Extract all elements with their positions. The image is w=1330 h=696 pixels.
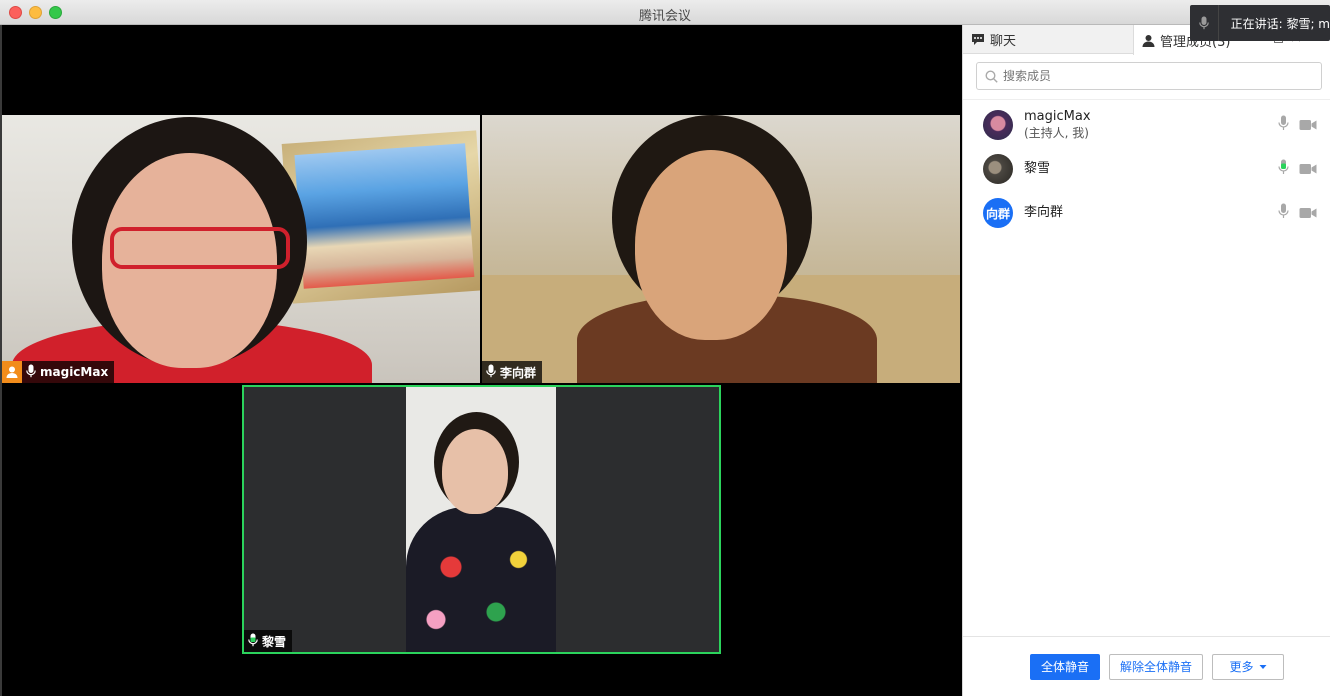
portrait-video-frame bbox=[406, 387, 556, 652]
member-row[interactable]: 向群 李向群 bbox=[963, 191, 1330, 235]
speaking-text: 正在讲话: 黎雪; m bbox=[1230, 16, 1330, 31]
camera-icon[interactable] bbox=[1299, 160, 1317, 179]
mic-speaking-icon[interactable] bbox=[1278, 159, 1289, 179]
host-icon bbox=[2, 361, 22, 383]
video-name-label: magicMax bbox=[40, 365, 109, 379]
wall-painting bbox=[281, 130, 480, 304]
video-name-tag: 黎雪 bbox=[244, 630, 293, 652]
mic-icon bbox=[26, 364, 36, 381]
member-controls bbox=[1278, 103, 1317, 147]
meeting-window: 腾讯会议 magicMax 李向群 黎雪 聊天 管理成员(3) 搜索成员 mag… bbox=[0, 0, 1330, 696]
video-name-tag: magicMax bbox=[2, 361, 115, 383]
avatar: 向群 bbox=[983, 198, 1013, 228]
mic-icon bbox=[486, 364, 496, 381]
mic-icon bbox=[1190, 5, 1219, 41]
more-button-label: 更多 bbox=[1229, 660, 1254, 674]
member-search-input[interactable] bbox=[1003, 69, 1303, 83]
member-row[interactable]: 黎雪 bbox=[963, 147, 1330, 191]
tab-chat-label: 聊天 bbox=[990, 34, 1017, 49]
camera-icon[interactable] bbox=[1299, 116, 1317, 135]
video-tile-magicmax[interactable]: magicMax bbox=[2, 115, 480, 383]
mute-all-button[interactable]: 全体静音 bbox=[1029, 653, 1100, 680]
camera-icon[interactable] bbox=[1299, 204, 1317, 223]
window-title: 腾讯会议 bbox=[638, 9, 691, 24]
member-controls bbox=[1278, 147, 1317, 191]
title-bar: 腾讯会议 bbox=[0, 0, 1330, 25]
video-name-tag: 李向群 bbox=[482, 361, 543, 383]
member-info: magicMax (主持人, 我) bbox=[1024, 109, 1091, 141]
unmute-all-button[interactable]: 解除全体静音 bbox=[1109, 653, 1204, 680]
tab-chat[interactable]: 聊天 bbox=[971, 25, 1016, 54]
video-grid: magicMax 李向群 黎雪 bbox=[0, 25, 962, 696]
mic-icon[interactable] bbox=[1278, 115, 1289, 135]
member-info: 李向群 bbox=[1024, 205, 1063, 221]
member-name: 黎雪 bbox=[1024, 161, 1051, 176]
more-button[interactable]: 更多 bbox=[1212, 653, 1285, 680]
video-name-label: 李向群 bbox=[500, 365, 537, 380]
side-panel: 聊天 管理成员(3) 搜索成员 magicMax (主持人, 我) 黎雪 向群 … bbox=[962, 25, 1330, 696]
member-name: 李向群 bbox=[1024, 205, 1064, 220]
avatar bbox=[983, 110, 1013, 140]
member-role: (主持人, 我) bbox=[1024, 126, 1089, 140]
chevron-down-icon bbox=[1259, 664, 1267, 669]
video-tile-lixue[interactable]: 黎雪 bbox=[242, 385, 721, 654]
participant-face bbox=[635, 150, 787, 340]
participant-glasses bbox=[110, 227, 290, 269]
participant-face bbox=[442, 429, 508, 514]
speaking-indicator: 正在讲话: 黎雪; m bbox=[1190, 5, 1330, 41]
member-row[interactable]: magicMax (主持人, 我) bbox=[963, 103, 1330, 147]
member-info: 黎雪 bbox=[1024, 161, 1050, 177]
member-name: magicMax bbox=[1024, 109, 1091, 124]
mic-icon[interactable] bbox=[1278, 203, 1289, 223]
search-icon bbox=[985, 69, 998, 83]
member-list: magicMax (主持人, 我) 黎雪 向群 李向群 bbox=[963, 99, 1330, 235]
member-search[interactable] bbox=[976, 62, 1322, 90]
member-controls bbox=[1278, 191, 1317, 235]
mic-speaking-icon bbox=[248, 633, 258, 650]
panel-footer: 全体静音 解除全体静音 更多 bbox=[963, 636, 1330, 696]
user-icon bbox=[1142, 34, 1155, 47]
chat-icon bbox=[972, 34, 984, 45]
avatar bbox=[983, 154, 1013, 184]
video-tile-lixiangqun[interactable]: 李向群 bbox=[482, 115, 960, 383]
participant-body bbox=[406, 507, 556, 652]
video-name-label: 黎雪 bbox=[262, 634, 287, 649]
